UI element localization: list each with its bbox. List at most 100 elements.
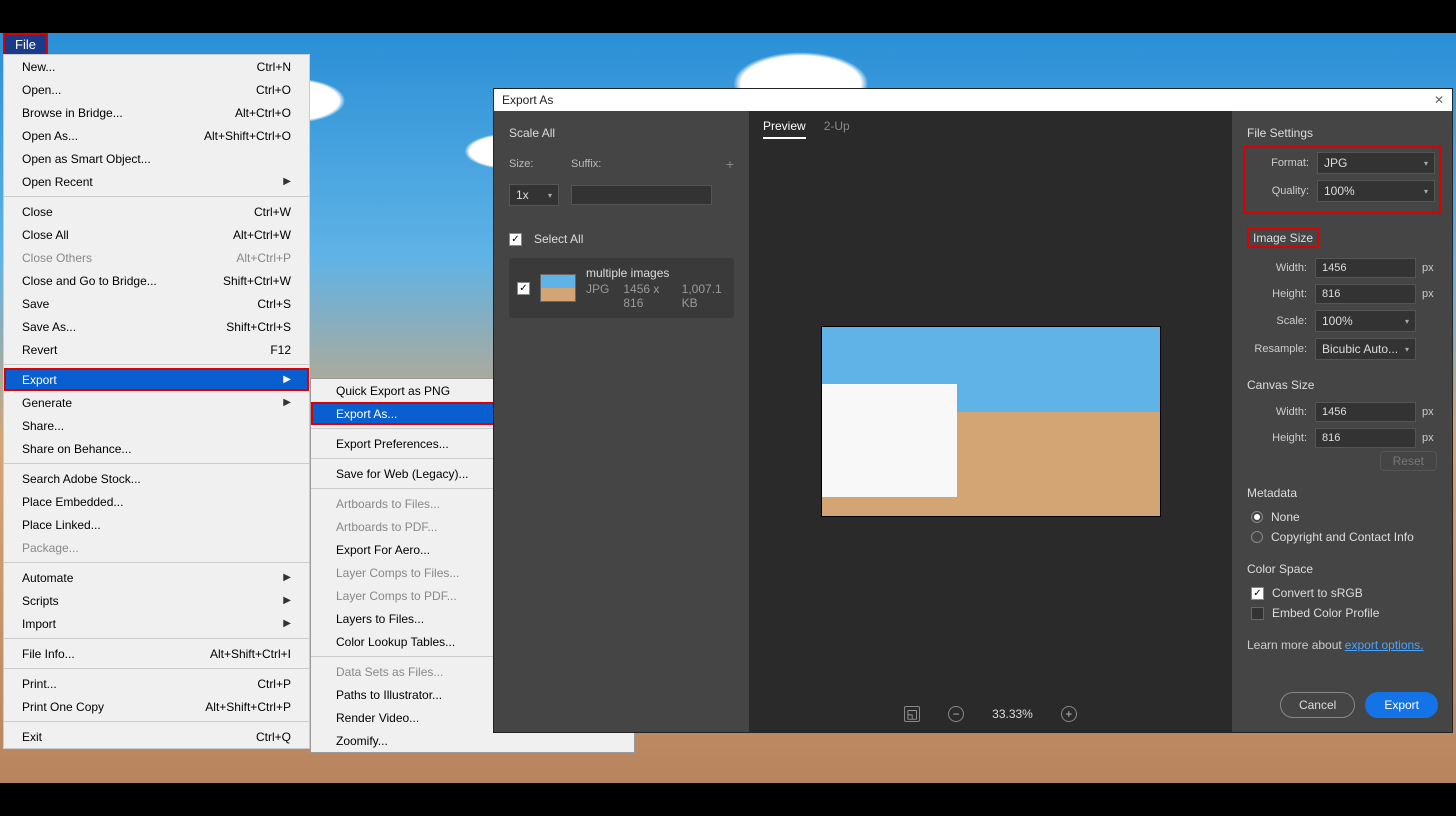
px-unit: px: [1422, 262, 1437, 274]
embed-profile-label: Embed Color Profile: [1272, 606, 1379, 620]
menu-item-share-on-behance-[interactable]: Share on Behance...: [4, 437, 309, 460]
metadata-heading: Metadata: [1247, 486, 1437, 500]
menu-item-import[interactable]: Import: [4, 612, 309, 635]
menu-item-export[interactable]: Export: [4, 368, 309, 391]
export-options-link[interactable]: export options.: [1345, 638, 1424, 652]
format-label: Format:: [1249, 157, 1309, 169]
height-input[interactable]: 816: [1315, 284, 1416, 304]
menu-item-package-: Package...: [4, 536, 309, 559]
suffix-label: Suffix:: [571, 158, 714, 170]
canvas-width-label: Width:: [1247, 406, 1307, 418]
menu-item-place-embedded-[interactable]: Place Embedded...: [4, 490, 309, 513]
canvas-height-input[interactable]: 816: [1315, 428, 1416, 448]
canvas-size-heading: Canvas Size: [1247, 378, 1437, 392]
menu-item-close[interactable]: CloseCtrl+W: [4, 200, 309, 223]
metadata-none-radio[interactable]: [1251, 511, 1263, 523]
chevron-down-icon: ▾: [548, 191, 552, 200]
export-item-row[interactable]: ✓ multiple images JPG 1456 x 816 1,007.1…: [509, 258, 734, 318]
quality-label: Quality:: [1249, 185, 1309, 197]
file-settings-heading: File Settings: [1247, 126, 1437, 140]
menu-item-automate[interactable]: Automate: [4, 566, 309, 589]
menu-item-share-[interactable]: Share...: [4, 414, 309, 437]
item-name: multiple images: [586, 266, 726, 280]
add-size-icon[interactable]: +: [726, 156, 734, 172]
menu-item-new-[interactable]: New...Ctrl+N: [4, 55, 309, 78]
learn-more-text: Learn more about: [1247, 638, 1342, 652]
metadata-copyright-label: Copyright and Contact Info: [1271, 530, 1414, 544]
menu-item-close-others: Close OthersAlt+Ctrl+P: [4, 246, 309, 269]
menu-item-open-as-[interactable]: Open As...Alt+Shift+Ctrl+O: [4, 124, 309, 147]
menu-item-open-[interactable]: Open...Ctrl+O: [4, 78, 309, 101]
tab-preview[interactable]: Preview: [763, 119, 806, 139]
scale-label: Scale:: [1247, 315, 1307, 327]
select-all-checkbox[interactable]: ✓: [509, 233, 522, 246]
chevron-down-icon: ▾: [1424, 187, 1428, 196]
embed-profile-checkbox[interactable]: [1251, 607, 1264, 620]
height-label: Height:: [1247, 288, 1307, 300]
dialog-titlebar: Export As ✕: [494, 89, 1452, 111]
tab-2up[interactable]: 2-Up: [824, 119, 850, 139]
reset-button[interactable]: Reset: [1380, 451, 1437, 471]
zoom-in-icon[interactable]: +: [1061, 706, 1077, 722]
menu-item-revert[interactable]: RevertF12: [4, 338, 309, 361]
close-icon[interactable]: ✕: [1434, 93, 1444, 107]
menubar-file[interactable]: File: [3, 33, 48, 56]
menu-item-browse-in-bridge-[interactable]: Browse in Bridge...Alt+Ctrl+O: [4, 101, 309, 124]
menu-item-print-one-copy[interactable]: Print One CopyAlt+Shift+Ctrl+P: [4, 695, 309, 718]
convert-srgb-label: Convert to sRGB: [1272, 586, 1363, 600]
scale-all-heading: Scale All: [509, 126, 734, 140]
size-label: Size:: [509, 158, 559, 170]
item-format: JPG: [586, 282, 609, 310]
chevron-down-icon: ▾: [1405, 317, 1409, 326]
menu-item-exit[interactable]: ExitCtrl+Q: [4, 725, 309, 748]
menu-item-search-adobe-stock-[interactable]: Search Adobe Stock...: [4, 467, 309, 490]
menu-item-open-recent[interactable]: Open Recent: [4, 170, 309, 193]
preview-panel: Preview 2-Up ◱ − 33.33% +: [749, 111, 1232, 732]
item-checkbox[interactable]: ✓: [517, 282, 530, 295]
size-select[interactable]: 1x▾: [509, 184, 559, 206]
menu-item-open-as-smart-object-[interactable]: Open as Smart Object...: [4, 147, 309, 170]
chevron-down-icon: ▾: [1405, 345, 1409, 354]
menu-item-save[interactable]: SaveCtrl+S: [4, 292, 309, 315]
menu-item-scripts[interactable]: Scripts: [4, 589, 309, 612]
width-input[interactable]: 1456: [1315, 258, 1416, 278]
file-menu: New...Ctrl+NOpen...Ctrl+OBrowse in Bridg…: [3, 54, 310, 749]
suffix-input[interactable]: [571, 185, 712, 205]
format-select[interactable]: JPG▾: [1317, 152, 1435, 174]
chevron-down-icon: ▾: [1424, 159, 1428, 168]
select-all-label: Select All: [534, 232, 583, 246]
menu-item-save-as-[interactable]: Save As...Shift+Ctrl+S: [4, 315, 309, 338]
menu-item-file-info-[interactable]: File Info...Alt+Shift+Ctrl+I: [4, 642, 309, 665]
metadata-none-label: None: [1271, 510, 1300, 524]
quality-select[interactable]: 100%▾: [1317, 180, 1435, 202]
resample-label: Resample:: [1247, 343, 1307, 355]
menu-item-print-[interactable]: Print...Ctrl+P: [4, 672, 309, 695]
zoom-level: 33.33%: [992, 707, 1033, 721]
right-panel: File Settings Format: JPG▾ Quality: 100%…: [1232, 111, 1452, 732]
menu-item-place-linked-[interactable]: Place Linked...: [4, 513, 309, 536]
menu-item-generate[interactable]: Generate: [4, 391, 309, 414]
left-panel: Scale All Size: Suffix: + 1x▾ ✓ Select A…: [494, 111, 749, 732]
item-dims: 1456 x 816: [623, 282, 667, 310]
zoom-out-icon[interactable]: −: [948, 706, 964, 722]
color-space-heading: Color Space: [1247, 562, 1437, 576]
dialog-title: Export As: [502, 93, 553, 107]
resample-select[interactable]: Bicubic Auto...▾: [1315, 338, 1416, 360]
menu-item-close-and-go-to-bridge-[interactable]: Close and Go to Bridge...Shift+Ctrl+W: [4, 269, 309, 292]
px-unit: px: [1422, 406, 1437, 418]
item-size: 1,007.1 KB: [682, 282, 726, 310]
export-as-dialog: Export As ✕ Scale All Size: Suffix: + 1x…: [493, 88, 1453, 733]
convert-srgb-checkbox[interactable]: ✓: [1251, 587, 1264, 600]
item-thumbnail: [540, 274, 576, 302]
zoom-fit-icon[interactable]: ◱: [904, 706, 920, 722]
export-button[interactable]: Export: [1365, 692, 1438, 718]
cancel-button[interactable]: Cancel: [1280, 692, 1355, 718]
scale-select[interactable]: 100%▾: [1315, 310, 1416, 332]
metadata-copyright-radio[interactable]: [1251, 531, 1263, 543]
preview-image: [821, 326, 1161, 517]
canvas-height-label: Height:: [1247, 432, 1307, 444]
canvas-width-input[interactable]: 1456: [1315, 402, 1416, 422]
menu-item-close-all[interactable]: Close AllAlt+Ctrl+W: [4, 223, 309, 246]
px-unit: px: [1422, 432, 1437, 444]
image-size-heading: Image Size: [1247, 228, 1319, 248]
